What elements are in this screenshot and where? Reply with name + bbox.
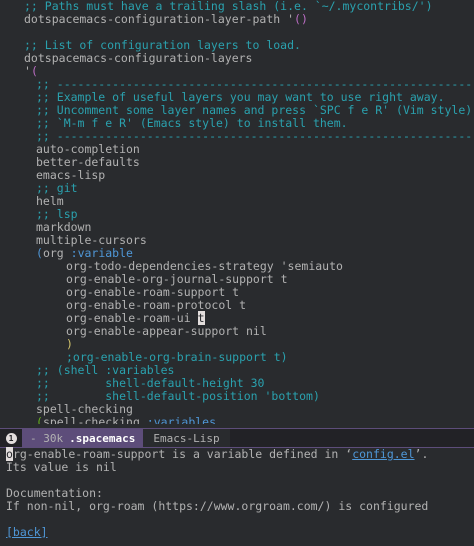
code-token: ( bbox=[36, 246, 43, 260]
code-token: spell-checking bbox=[42, 415, 147, 425]
code-token: ' bbox=[24, 64, 31, 78]
buffer-position: - 30k bbox=[30, 431, 64, 445]
back-line: [back] bbox=[0, 526, 474, 539]
code-token: t bbox=[197, 311, 205, 325]
code-token: org bbox=[42, 246, 71, 260]
mode-line: 1 - 30k .spacemacs Emacs-Lisp bbox=[0, 428, 474, 448]
code-token: ;; List of configuration layers to load. bbox=[24, 38, 301, 52]
help-cursor: o bbox=[6, 447, 13, 461]
code-token: ;; (shell :variables bbox=[36, 363, 175, 377]
code-token: ) bbox=[66, 337, 73, 351]
code-token: ;; lsp bbox=[36, 207, 78, 221]
code-line[interactable]: (spell-checking :variables bbox=[0, 415, 474, 425]
help-line-1-text: rg-enable-roam-support is a variable def… bbox=[12, 447, 353, 461]
window-number-badge[interactable]: 1 bbox=[0, 429, 22, 447]
code-token: () bbox=[294, 12, 308, 26]
code-token: org-enable-roam-protocol t bbox=[66, 298, 247, 312]
code-token: ;org-enable-org-brain-support t) bbox=[66, 350, 288, 364]
code-token: ;; `M-m f e R' (Emacs style) to install … bbox=[36, 116, 348, 130]
code-token: markdown bbox=[36, 220, 92, 234]
window-number: 1 bbox=[5, 432, 17, 444]
code-token: auto-completion bbox=[36, 142, 140, 156]
code-token: multiple-cursors bbox=[36, 233, 147, 247]
config-el-link[interactable]: config.el bbox=[352, 447, 414, 461]
code-token: org-enable-roam-ui bbox=[66, 311, 198, 325]
code-line[interactable]: ;; git bbox=[0, 182, 474, 195]
code-token: :variable bbox=[70, 246, 133, 260]
code-token: ( bbox=[36, 415, 43, 425]
code-token: org-enable-org-journal-support t bbox=[66, 272, 288, 286]
documentation-text: If non-nil, org-roam (https://www.orgroa… bbox=[6, 499, 429, 513]
code-token: org-todo-dependencies-strategy 'semiauto bbox=[66, 259, 343, 273]
code-token: ;; shell-default-height 30 bbox=[36, 376, 265, 390]
code-token: dotspacemacs-configuration-layers bbox=[24, 51, 253, 65]
code-token: org-enable-appear-support nil bbox=[66, 324, 267, 338]
code-token: ;; shell-default-position 'bottom) bbox=[36, 389, 320, 403]
code-token: emacs-lisp bbox=[36, 168, 106, 182]
buffer-info: - 30k .spacemacs bbox=[22, 429, 144, 447]
code-token: :variables bbox=[146, 415, 217, 425]
code-token: ;; Uncomment some layer names and press … bbox=[36, 103, 474, 117]
major-mode[interactable]: Emacs-Lisp bbox=[143, 429, 230, 447]
code-token: helm bbox=[36, 194, 64, 208]
editor-buffer[interactable]: ;; Paths must have a trailing slash (i.e… bbox=[0, 0, 474, 424]
code-token: dotspacemacs-configuration-layer-path ' bbox=[24, 12, 295, 26]
back-button[interactable]: [back] bbox=[6, 525, 48, 539]
code-token: better-defaults bbox=[36, 155, 140, 169]
code-line[interactable]: dotspacemacs-configuration-layer-path '(… bbox=[0, 13, 474, 26]
code-token: ;; -------------------------------------… bbox=[36, 129, 474, 143]
code-token: ;; -------------------------------------… bbox=[36, 77, 474, 91]
help-line-1-end: ’. bbox=[414, 447, 429, 461]
buffer-name[interactable]: .spacemacs bbox=[69, 432, 135, 445]
code-token: ;; git bbox=[36, 181, 78, 195]
code-token: spell-checking bbox=[36, 402, 133, 416]
help-value-line: Its value is nil bbox=[6, 460, 117, 474]
code-token: ;; Example of useful layers you may want… bbox=[36, 90, 445, 104]
code-token: ( bbox=[30, 64, 38, 78]
code-line[interactable]: dotspacemacs-configuration-layers bbox=[0, 52, 474, 65]
code-token: org-enable-roam-support t bbox=[66, 285, 240, 299]
help-buffer: org-enable-roam-support is a variable de… bbox=[0, 447, 474, 546]
